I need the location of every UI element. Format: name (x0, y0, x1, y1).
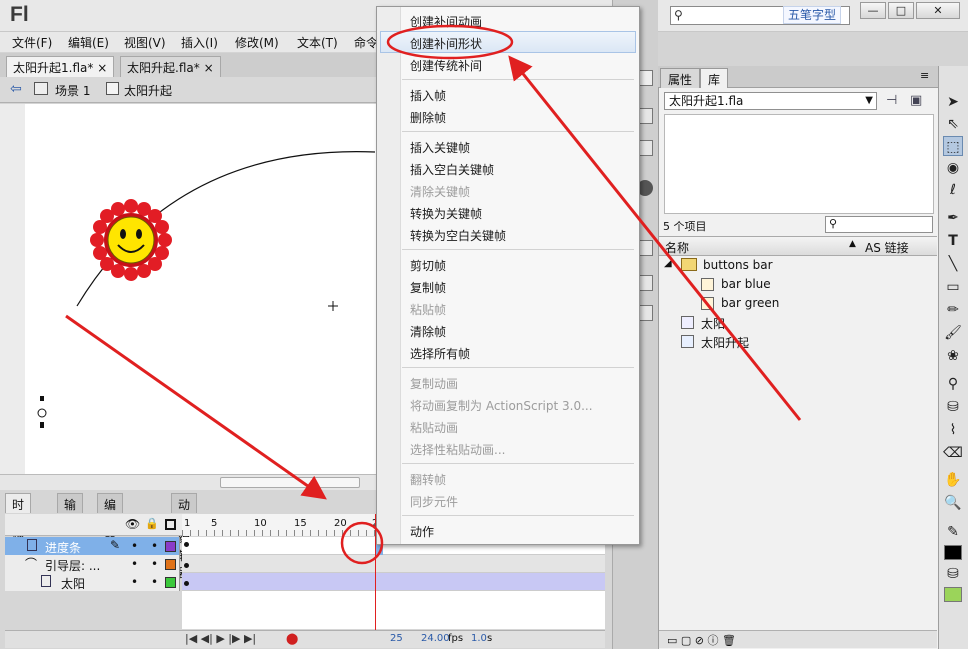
annotation-arrow-to-menu (508, 55, 802, 421)
annotation-circle-menu (386, 24, 514, 60)
annotation-circle-frame (340, 521, 384, 565)
annotation-arrow-to-frame (65, 314, 327, 500)
annotation-overlay (65, 24, 802, 565)
